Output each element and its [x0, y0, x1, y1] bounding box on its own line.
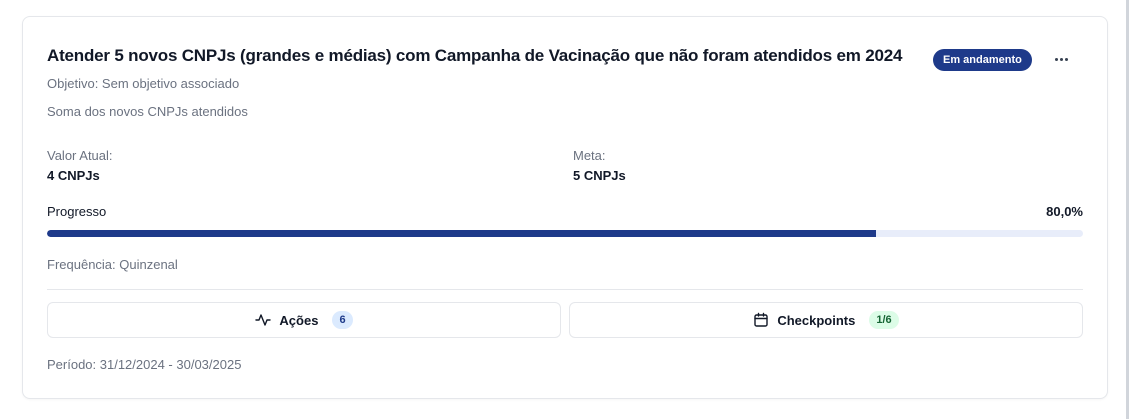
current-value-label: Valor Atual:: [47, 148, 113, 163]
divider: [47, 289, 1083, 290]
current-value: 4 CNPJs: [47, 168, 100, 183]
more-options-button[interactable]: [1049, 47, 1073, 71]
target-label: Meta:: [573, 148, 606, 163]
actions-label: Ações: [279, 312, 319, 328]
progress-percent: 80,0%: [1046, 204, 1083, 219]
checkpoints-label: Checkpoints: [777, 312, 856, 328]
actions-count-badge: 6: [332, 311, 353, 329]
goal-period: Período: 31/12/2024 - 30/03/2025: [47, 357, 242, 372]
status-badge: Em andamento: [933, 49, 1032, 71]
target-value: 5 CNPJs: [573, 168, 626, 183]
actions-button[interactable]: Ações 6: [47, 302, 561, 338]
calendar-icon: [753, 312, 769, 328]
goal-card: Atender 5 novos CNPJs (grandes e médias)…: [22, 16, 1108, 399]
goal-title: Atender 5 novos CNPJs (grandes e médias)…: [47, 46, 903, 65]
goal-frequency: Frequência: Quinzenal: [47, 257, 178, 272]
more-dot: [1054, 57, 1058, 61]
more-dot: [1064, 57, 1068, 61]
checkpoints-count-badge: 1/6: [869, 311, 899, 329]
more-dot: [1059, 57, 1063, 61]
checkpoints-button[interactable]: Checkpoints 1/6: [569, 302, 1083, 338]
progress-fill: [47, 230, 876, 237]
goal-metric: Soma dos novos CNPJs atendidos: [47, 104, 248, 119]
goal-objective: Objetivo: Sem objetivo associado: [47, 76, 240, 91]
activity-icon: [255, 312, 272, 328]
progress-track: [47, 230, 1083, 237]
progress-label: Progresso: [47, 204, 107, 219]
